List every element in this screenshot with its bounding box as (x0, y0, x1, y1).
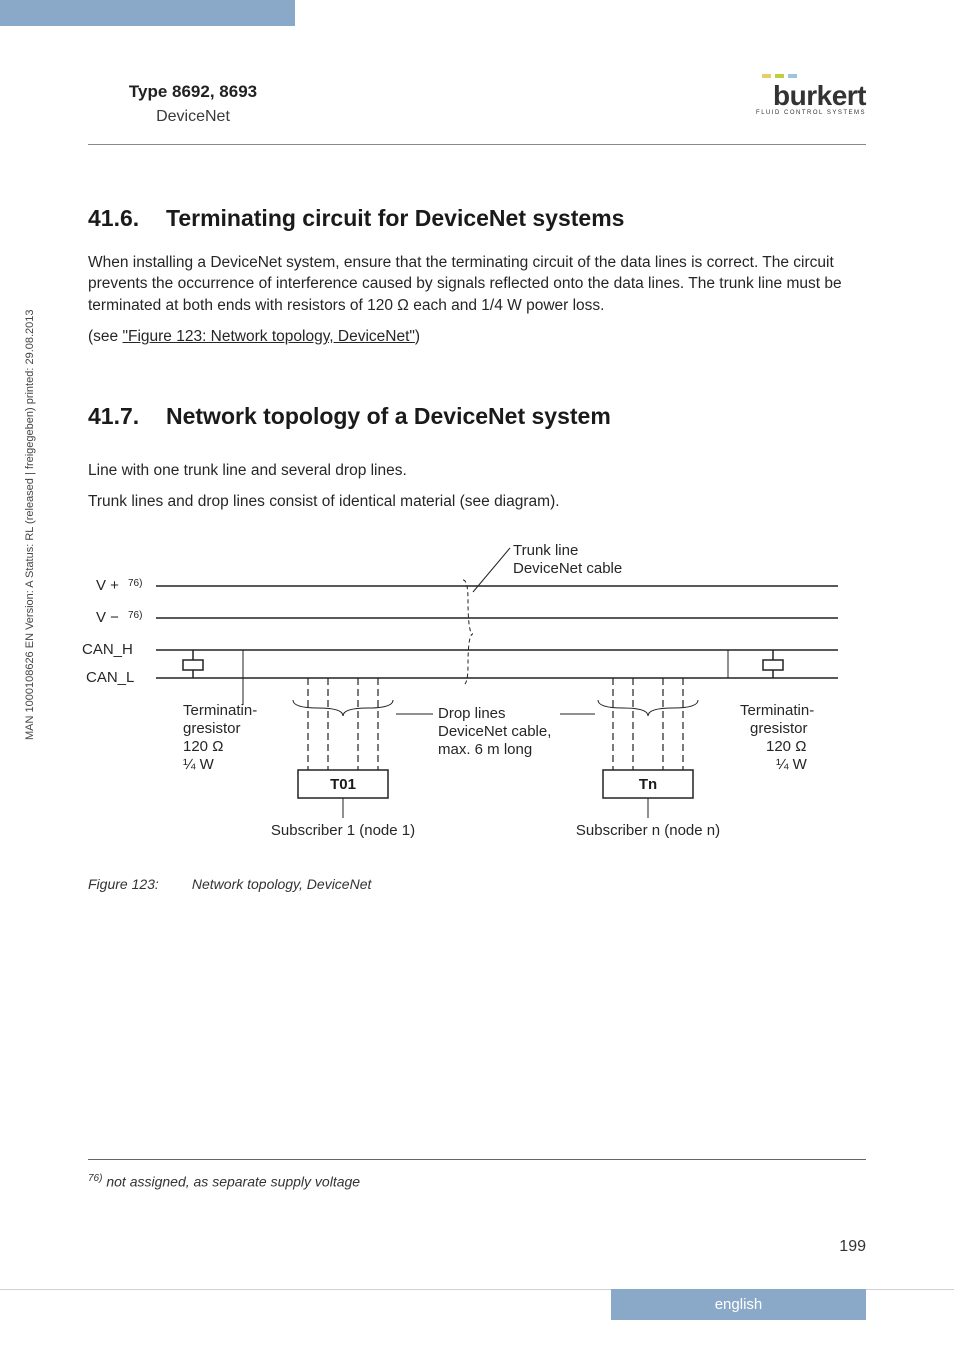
footnote-76: 76) not assigned, as separate supply vol… (88, 1173, 360, 1190)
svg-text:V +: V + (96, 577, 119, 594)
page-header: Type 8692, 8693 DeviceNet burkert FLUID … (0, 26, 954, 126)
svg-text:DeviceNet cable,: DeviceNet cable, (438, 723, 551, 740)
figure-caption: Figure 123: Network topology, DeviceNet (88, 876, 866, 892)
trunk-label-1: Trunk line (513, 542, 578, 559)
figure-123-link[interactable]: "Figure 123: Network topology, DeviceNet… (122, 328, 414, 345)
section1-para2: (see "Figure 123: Network topology, Devi… (88, 326, 866, 347)
svg-text:Terminatin-: Terminatin- (183, 702, 257, 719)
section-heading-41-7: 41.7. Network topology of a DeviceNet sy… (88, 403, 866, 430)
trunk-label-2: DeviceNet cable (513, 560, 622, 577)
network-topology-diagram: Trunk line DeviceNet cable V + 76) V − 7… (78, 530, 858, 870)
svg-text:Terminatin-: Terminatin- (740, 702, 814, 719)
p2-prefix: (see (88, 328, 122, 345)
svg-text:V −: V − (96, 609, 119, 626)
svg-text:gresistor: gresistor (750, 720, 808, 737)
svg-text:¼ W: ¼ W (183, 756, 215, 773)
side-meta-text: MAN 1000108626 EN Version: A Status: RL … (24, 309, 36, 740)
svg-text:CAN_H: CAN_H (82, 641, 133, 658)
footnote-ref: 76) (88, 1173, 102, 1184)
svg-text:76): 76) (128, 578, 142, 589)
language-tab: english (611, 1289, 866, 1320)
svg-text:CAN_L: CAN_L (86, 669, 134, 686)
doc-type-title: Type 8692, 8693 (88, 82, 298, 102)
top-color-bar-left (0, 0, 295, 26)
section1-para1: When installing a DeviceNet system, ensu… (88, 252, 866, 316)
svg-text:Subscriber 1 (node 1): Subscriber 1 (node 1) (271, 822, 415, 839)
svg-text:120 Ω: 120 Ω (183, 738, 223, 755)
logo-dots (762, 74, 866, 78)
page-number: 199 (839, 1238, 866, 1256)
p2-suffix: ) (415, 328, 420, 345)
section-title: Terminating circuit for DeviceNet system… (166, 205, 624, 232)
figure-label: Figure 123: (88, 876, 188, 892)
figure-caption-text: Network topology, DeviceNet (192, 876, 371, 892)
svg-text:120 Ω: 120 Ω (766, 738, 806, 755)
svg-text:max. 6 m long: max. 6 m long (438, 741, 532, 758)
svg-text:Subscriber n (node n): Subscriber n (node n) (576, 822, 720, 839)
svg-text:T01: T01 (330, 776, 356, 793)
section2-para1: Line with one trunk line and several dro… (88, 460, 866, 481)
svg-text:¼ W: ¼ W (776, 756, 808, 773)
svg-text:Drop lines: Drop lines (438, 705, 506, 722)
section-number: 41.7. (88, 403, 166, 430)
main-content: 41.6. Terminating circuit for DeviceNet … (0, 145, 954, 892)
section-title: Network topology of a DeviceNet system (166, 403, 611, 430)
svg-text:Tn: Tn (639, 776, 657, 793)
footnote-text: not assigned, as separate supply voltage (102, 1174, 360, 1190)
header-left-block: Type 8692, 8693 DeviceNet (88, 56, 298, 126)
section2-para2: Trunk lines and drop lines consist of id… (88, 491, 866, 512)
top-color-bar (0, 0, 954, 26)
brand-logo: burkert FLUID CONTROL SYSTEMS (756, 56, 866, 116)
footnote-rule (88, 1159, 866, 1160)
logo-text: burkert (756, 80, 866, 112)
svg-text:gresistor: gresistor (183, 720, 241, 737)
section-number: 41.6. (88, 205, 166, 232)
section-heading-41-6: 41.6. Terminating circuit for DeviceNet … (88, 205, 866, 232)
svg-text:76): 76) (128, 610, 142, 621)
logo-tagline: FLUID CONTROL SYSTEMS (756, 110, 866, 116)
doc-subtitle: DeviceNet (88, 108, 298, 126)
